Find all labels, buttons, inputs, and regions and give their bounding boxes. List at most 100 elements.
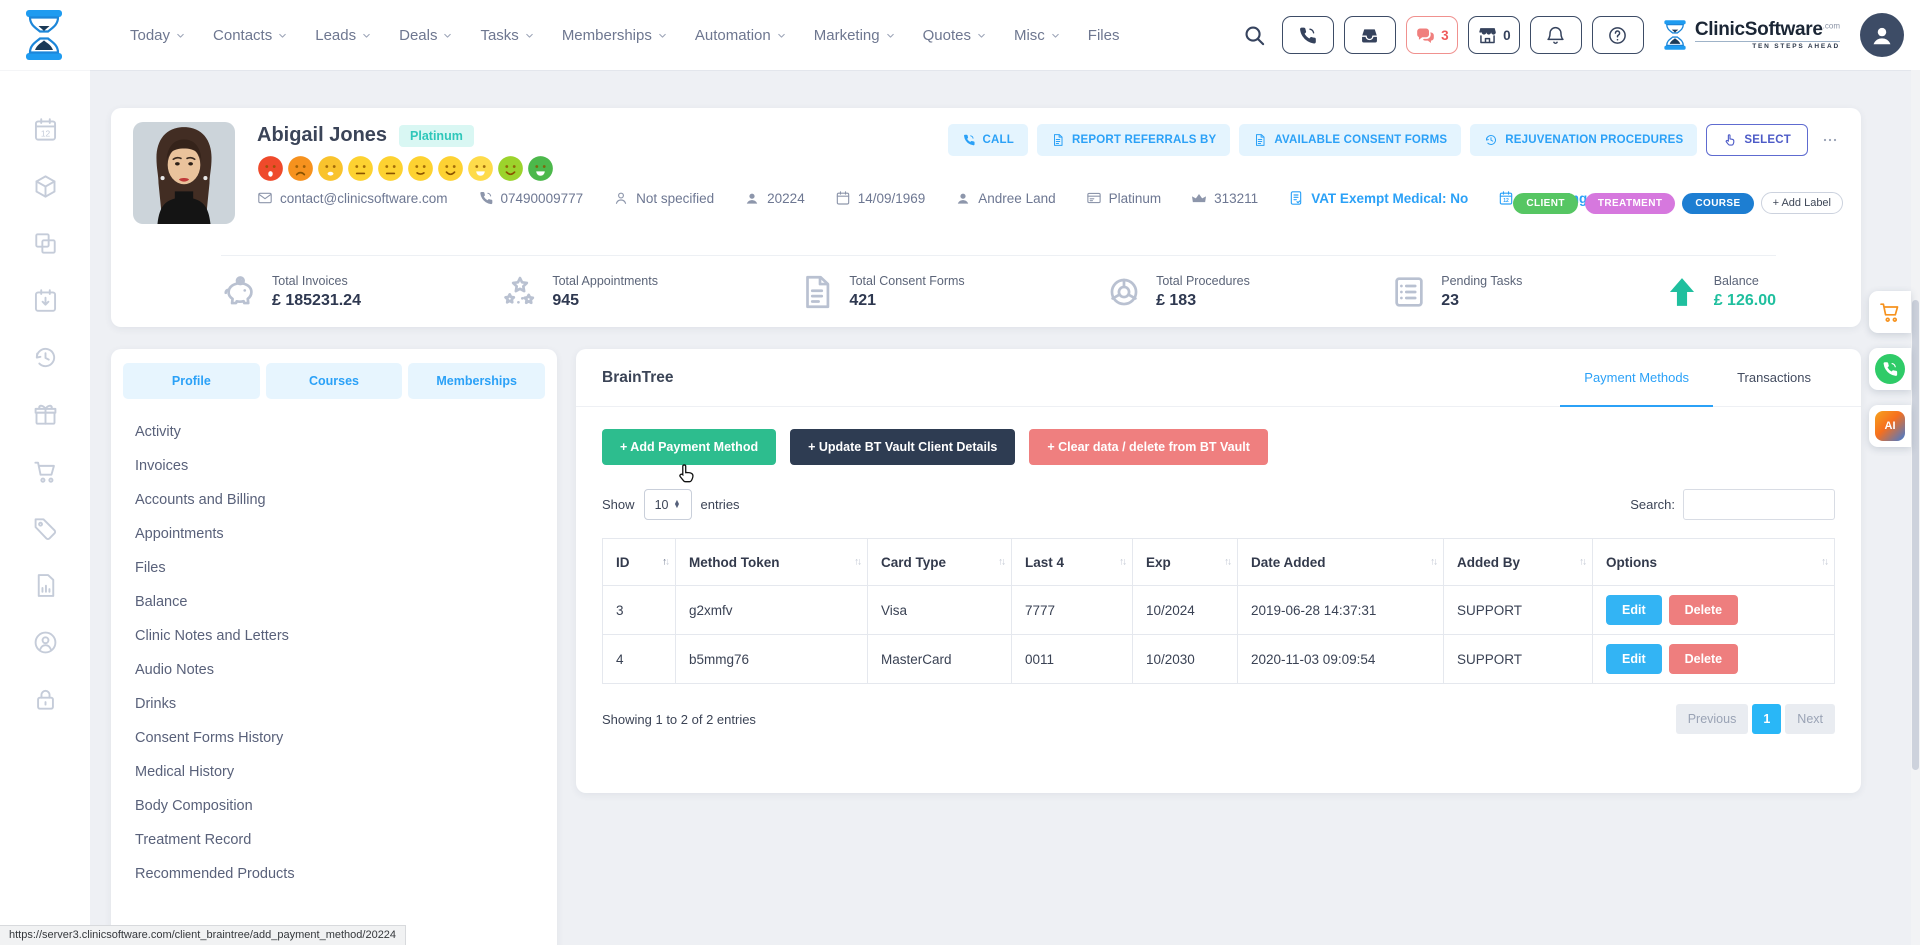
whatsapp-widget-button[interactable] [1869,348,1911,390]
brand-logo[interactable]: ClinicSoftware.com TEN STEPS AHEAD [1662,19,1840,51]
mood-emoji-9[interactable] [497,155,524,182]
available-consent-forms-button[interactable]: AVAILABLE CONSENT FORMS [1239,124,1461,156]
cart-widget-button[interactable] [1869,291,1911,333]
phone-button[interactable] [1282,16,1334,54]
report-referrals-by-button[interactable]: REPORT REFERRALS BY [1037,124,1230,156]
history-icon[interactable] [32,344,59,371]
sidebar-tab-profile[interactable]: Profile [123,363,260,399]
chat-button[interactable]: 3 [1406,16,1458,54]
sidebar-item-drinks[interactable]: Drinks [123,687,545,721]
delete-button[interactable]: Delete [1669,644,1739,674]
search-icon[interactable] [1243,24,1266,47]
mood-emoji-10[interactable] [527,155,554,182]
store-button[interactable]: 0 [1468,16,1520,54]
column-header-card-type[interactable]: Card Type↑↓ [868,539,1012,586]
nav-tasks[interactable]: Tasks [480,27,534,44]
donut-icon [1105,273,1143,311]
label-pill-course[interactable]: COURSE [1682,193,1753,214]
tags-icon[interactable] [32,515,59,542]
delete-button[interactable]: Delete [1669,595,1739,625]
client-actions-row: CALL REPORT REFERRALS BY AVAILABLE CONSENT… [948,124,1843,156]
help-button[interactable] [1592,16,1644,54]
clinicsoftware-logo-icon[interactable] [22,9,66,61]
sidebar-item-consent-forms-history[interactable]: Consent Forms History [123,721,545,755]
page-1-button[interactable]: 1 [1752,704,1781,734]
column-header-options[interactable]: Options↑↓ [1593,539,1835,586]
nav-misc[interactable]: Misc [1014,27,1061,44]
sidebar-item-treatment-record[interactable]: Treatment Record [123,823,545,857]
copy-icon[interactable] [32,230,59,257]
mood-emoji-6[interactable] [407,155,434,182]
mood-emoji-2[interactable] [287,155,314,182]
user-circle-icon[interactable] [32,629,59,656]
cart-icon[interactable] [32,458,59,485]
select-button[interactable]: SELECT [1706,124,1808,156]
inbox-button[interactable] [1344,16,1396,54]
nav-leads[interactable]: Leads [315,27,372,44]
sidebar-item-invoices[interactable]: Invoices [123,449,545,483]
update-bt-vault-client-details-button[interactable]: + Update BT Vault Client Details [790,429,1015,465]
sidebar-item-clinic-notes-and-letters[interactable]: Clinic Notes and Letters [123,619,545,653]
nav-automation[interactable]: Automation [695,27,787,44]
sidebar-item-medical-history[interactable]: Medical History [123,755,545,789]
tab-transactions[interactable]: Transactions [1713,349,1835,406]
sidebar-item-activity[interactable]: Activity [123,415,545,449]
mood-emoji-7[interactable] [437,155,464,182]
nav-deals[interactable]: Deals [399,27,453,44]
nav-memberships[interactable]: Memberships [562,27,668,44]
sidebar-item-balance[interactable]: Balance [123,585,545,619]
label-pill-treatment[interactable]: TREATMENT [1585,193,1676,214]
column-header-id[interactable]: ID↑↓ [603,539,676,586]
label-pill-client[interactable]: CLIENT [1513,193,1578,214]
edit-button[interactable]: Edit [1606,595,1662,625]
nav-marketing[interactable]: Marketing [814,27,896,44]
add-label-button[interactable]: + Add Label [1761,192,1843,214]
nav-contacts[interactable]: Contacts [213,27,288,44]
sidebar-tab-courses[interactable]: Courses [266,363,403,399]
mood-emoji-1[interactable] [257,155,284,182]
column-header-last-4[interactable]: Last 4↑↓ [1012,539,1133,586]
mood-emoji-8[interactable] [467,155,494,182]
sidebar-item-files[interactable]: Files [123,551,545,585]
sidebar-item-audio-notes[interactable]: Audio Notes [123,653,545,687]
ai-widget-button[interactable]: AI [1869,405,1911,447]
sidebar-item-recommended-products[interactable]: Recommended Products [123,857,545,891]
calendar-import-icon[interactable] [32,287,59,314]
mood-emoji-4[interactable] [347,155,374,182]
client-detail-07490009777: 07490009777 [478,190,584,206]
gift-icon[interactable] [32,401,59,428]
column-header-exp[interactable]: Exp↑↓ [1133,539,1238,586]
more-options-button[interactable] [1817,132,1843,148]
chart-doc-icon[interactable] [32,572,59,599]
clear-data-delete-from-bt-vault-button[interactable]: + Clear data / delete from BT Vault [1029,429,1268,465]
rejuvenation-procedures-button[interactable]: REJUVENATION PROCEDURES [1470,124,1697,156]
column-header-method-token[interactable]: Method Token↑↓ [676,539,868,586]
scrollbar-thumb[interactable] [1912,300,1919,770]
client-detail-vat-exempt-medical[interactable]: VAT Exempt Medical: No [1288,190,1468,206]
sidebar-item-accounts-and-billing[interactable]: Accounts and Billing [123,483,545,517]
column-header-added-by[interactable]: Added By↑↓ [1444,539,1593,586]
call-button[interactable]: CALL [948,124,1028,156]
page-length-select[interactable]: 10 ▲▼ [644,489,692,520]
next-page-button[interactable]: Next [1785,704,1835,734]
user-avatar[interactable] [1860,13,1904,57]
tab-payment-methods[interactable]: Payment Methods [1560,349,1713,406]
cube-icon[interactable] [32,173,59,200]
mood-emoji-3[interactable] [317,155,344,182]
add-payment-method-button[interactable]: + Add Payment Method [602,429,776,465]
edit-button[interactable]: Edit [1606,644,1662,674]
sidebar-tab-memberships[interactable]: Memberships [408,363,545,399]
sidebar-item-body-composition[interactable]: Body Composition [123,789,545,823]
nav-quotes[interactable]: Quotes [923,27,987,44]
nav-files[interactable]: Files [1088,27,1120,44]
sidebar-item-appointments[interactable]: Appointments [123,517,545,551]
mood-emoji-5[interactable] [377,155,404,182]
scrollbar-track[interactable] [1911,70,1920,945]
column-header-date-added[interactable]: Date Added↑↓ [1238,539,1444,586]
table-search-input[interactable] [1683,489,1835,520]
notifications-button[interactable] [1530,16,1582,54]
calendar-12-icon[interactable]: 12 [32,116,59,143]
nav-today[interactable]: Today [130,27,186,44]
lock-icon[interactable] [32,686,59,713]
previous-page-button[interactable]: Previous [1676,704,1749,734]
